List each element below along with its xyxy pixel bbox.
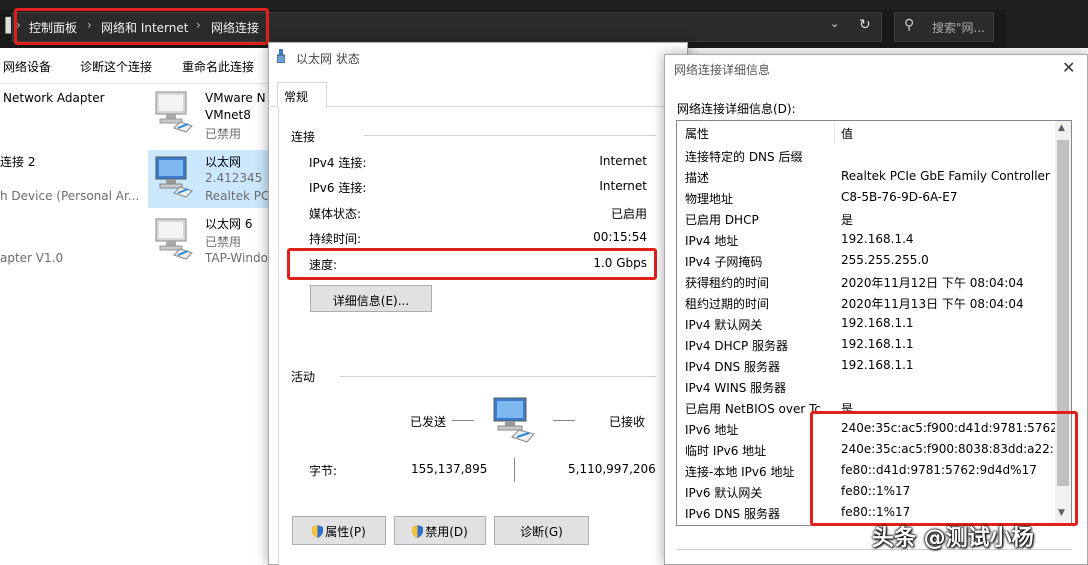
adapter-line2: VMnet8 (205, 108, 251, 122)
adapter-status: 已禁用 (205, 127, 242, 141)
detail-row-property[interactable]: IPv4 DNS 服务器 (685, 358, 833, 375)
sent-label: 已发送 (410, 415, 447, 429)
tab-general[interactable]: 常规 (277, 82, 327, 108)
column-header-value[interactable]: 值 (841, 125, 853, 142)
column-header-property[interactable]: 属性 (685, 125, 709, 142)
duration-label: 持续时间: (309, 232, 362, 246)
detail-row-value[interactable]: 是 (841, 211, 1055, 228)
rename-connection-button[interactable]: 重命名此连接 (182, 58, 254, 75)
detail-row-value[interactable]: 192.168.1.4 (841, 232, 1055, 246)
refresh-icon[interactable]: ↻ (859, 17, 871, 33)
detail-row-value[interactable]: 2020年11月13日 下午 08:04:04 (841, 295, 1055, 312)
title-strip-right (1005, 0, 1088, 48)
media-state-label: 媒体状态: (309, 207, 362, 221)
detail-row-value[interactable]: 192.168.1.1 (841, 358, 1055, 372)
column-divider[interactable] (834, 121, 835, 143)
detail-row-property[interactable]: 描述 (685, 169, 833, 186)
highlight-ipv6 (810, 411, 1078, 526)
details-list-label: 网络连接详细信息(D): (677, 102, 796, 116)
detail-row-property[interactable]: 已启用 DHCP (685, 211, 833, 228)
detail-row-value[interactable]: Realtek PCIe GbE Family Controller (841, 169, 1055, 183)
connection-group-label: 连接 (291, 130, 316, 144)
bytes-sent-value: 155,137,895 (411, 462, 488, 476)
search-placeholder: 搜索"网... (932, 21, 985, 35)
detail-row-property[interactable]: IPv4 DHCP 服务器 (685, 337, 833, 354)
adapter-status: Realtek PC (205, 189, 270, 203)
properties-button-label: 属性(P) (325, 525, 366, 539)
detail-row-property[interactable]: IPv4 子网掩码 (685, 253, 833, 270)
tab-general-label: 常规 (284, 90, 309, 104)
highlight-speed (287, 248, 657, 280)
scroll-up-arrow-icon[interactable]: ▲ (1058, 123, 1065, 133)
media-state-value: 已启用 (610, 207, 647, 221)
detail-row-value[interactable]: 192.168.1.1 (841, 337, 1055, 351)
detail-row-value[interactable]: 255.255.255.0 (841, 253, 1055, 267)
list-item[interactable]: Network Adapter (3, 91, 105, 105)
details-button-label: 详细信息(E)... (332, 294, 410, 308)
adapter-line2: 已禁用 (205, 235, 242, 249)
properties-button[interactable]: 属性(P) (292, 516, 386, 545)
diagnose-button[interactable]: 诊断(G) (494, 516, 589, 545)
activity-group-label: 活动 (291, 370, 316, 384)
network-adapter-icon (155, 156, 193, 198)
detail-row-value[interactable]: 192.168.1.1 (841, 316, 1055, 330)
activity-line (553, 420, 575, 421)
watermark: 头条 @测试小杨 (872, 526, 1034, 551)
adapter-name[interactable]: VMware N (205, 91, 266, 105)
disable-button-label: 禁用(D) (425, 525, 468, 539)
network-adapter-icon (155, 91, 193, 133)
general-panel (278, 107, 678, 565)
details-dialog-title: 网络连接详细信息 (674, 63, 771, 77)
chevron-down-icon[interactable]: ⌄ (830, 17, 839, 30)
uac-shield-icon (312, 525, 324, 538)
ipv4-connectivity-label: IPv4 连接: (309, 156, 367, 170)
adapter-name[interactable]: 以太网 6 (205, 215, 252, 232)
close-icon[interactable]: ✕ (1062, 58, 1075, 77)
list-item[interactable]: 连接 2 (0, 153, 35, 170)
highlight-breadcrumb (14, 8, 269, 45)
activity-line (452, 420, 474, 421)
dialog-title: 以太网 状态 (296, 52, 360, 66)
network-activity-icon (493, 397, 535, 443)
network-device-button[interactable]: 网络设备 (3, 58, 51, 75)
uac-shield-icon (412, 525, 424, 538)
list-item[interactable]: apter V1.0 (0, 251, 63, 265)
activity-separator (514, 458, 515, 482)
adapter-line2: 2.412345 (205, 171, 263, 185)
list-item[interactable]: h Device (Personal Ar... (0, 189, 139, 203)
detail-row-property[interactable]: IPv4 WINS 服务器 (685, 379, 833, 396)
detail-row-property[interactable]: 连接特定的 DNS 后缀 (685, 148, 833, 165)
detail-row-property[interactable]: 获得租约的时间 (685, 274, 833, 291)
adapter-name[interactable]: 以太网 (205, 153, 241, 170)
bytes-received-value: 5,110,997,206 (568, 462, 656, 476)
adapter-status: TAP-Windo (205, 251, 268, 265)
detail-row-property[interactable]: IPv4 地址 (685, 232, 833, 249)
ipv6-connectivity-value: Internet (599, 179, 647, 193)
detail-row-value[interactable]: 2020年11月12日 下午 08:04:04 (841, 274, 1055, 291)
detail-row-value[interactable]: C8-5B-76-9D-6A-E7 (841, 190, 1055, 204)
group-divider (340, 376, 656, 377)
ipv4-connectivity-value: Internet (599, 154, 647, 168)
search-icon: ⚲ (904, 17, 915, 33)
detail-row-property[interactable]: IPv4 默认网关 (685, 316, 833, 333)
details-button[interactable]: 详细信息(E)... (310, 285, 432, 312)
diagnose-connection-button[interactable]: 诊断这个连接 (80, 58, 152, 75)
group-divider (364, 135, 656, 136)
ipv6-connectivity-label: IPv6 连接: (309, 181, 367, 195)
detail-row-property[interactable]: 物理地址 (685, 190, 833, 207)
detail-row-property[interactable]: 租约过期的时间 (685, 295, 833, 312)
duration-value: 00:15:54 (593, 230, 647, 244)
ethernet-icon (277, 49, 285, 63)
folder-icon: ▐ (0, 18, 11, 34)
received-label: 已接收 (609, 415, 646, 429)
disable-button[interactable]: 禁用(D) (394, 516, 486, 545)
diagnose-button-label: 诊断(G) (520, 525, 563, 539)
network-adapter-icon (155, 218, 193, 260)
bytes-label: 字节: (309, 464, 338, 478)
